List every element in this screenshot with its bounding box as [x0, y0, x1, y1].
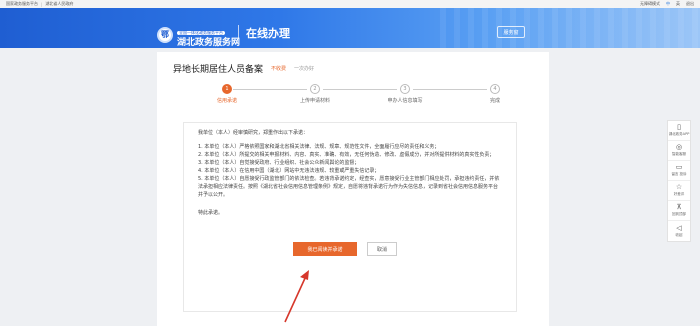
step-number: 2	[310, 84, 320, 94]
service-window-button[interactable]: 服务窗	[497, 26, 525, 38]
main-card: 异地长期居住人员备案 不收费 一次办好 1 信用承诺 2 上传申请材料 3 申办…	[157, 52, 549, 326]
logout-link[interactable]: 退出	[686, 1, 694, 7]
step-number: 1	[222, 84, 232, 94]
phone-icon: ▯	[677, 123, 681, 131]
header-decoration	[440, 8, 700, 48]
rightbar-label: 回到顶部	[672, 212, 686, 216]
page-heading: 异地长期居住人员备案 不收费 一次办好	[173, 62, 314, 75]
rightbar-app[interactable]: ▯ 湖北政务APP	[668, 121, 690, 141]
pledge-text-box: 我单位（本人）经审慎研究，郑重作出以下承诺： 1. 本单位（本人）严格依照国家和…	[183, 122, 517, 312]
collapse-icon: ◁	[676, 223, 682, 232]
right-float-toolbar: ▯ 湖北政务APP ◎ 智能客服 ▭ 留言 投诉 ☆ 好差评 ⊼ 回到顶部 ◁ …	[667, 120, 691, 242]
rightbar-back-to-top[interactable]: ⊼ 回到顶部	[668, 201, 690, 221]
rightbar-label: 智能客服	[672, 152, 686, 156]
section-title: 在线办理	[246, 27, 290, 40]
rightbar-label: 好差评	[673, 192, 685, 196]
once-badge: 一次办好	[294, 66, 315, 72]
link-national-platform[interactable]: 国家政务服务平台	[6, 1, 38, 7]
step-label: 完成	[489, 98, 500, 104]
fee-badge: 不收费	[271, 66, 287, 72]
star-icon: ☆	[675, 183, 683, 191]
progress-steps: 1 信用承诺 2 上传申请材料 3 申办人信息填写 4 完成	[197, 84, 500, 106]
pledge-intro: 我单位（本人）经审慎研究，郑重作出以下承诺：	[198, 130, 309, 136]
rightbar-rating[interactable]: ☆ 好差评	[668, 181, 690, 201]
lang-english-link[interactable]: 英	[676, 1, 680, 7]
step-applicant-info: 3 申办人信息填写	[375, 84, 435, 104]
rightbar-label: 湖北政务APP	[668, 132, 690, 136]
chat-icon: ▭	[675, 163, 683, 171]
annotation-arrow-icon	[284, 270, 309, 323]
action-buttons: 我已阅读并承诺 取消	[293, 242, 397, 256]
step-number: 3	[400, 84, 410, 94]
page-title: 异地长期居住人员备案	[173, 65, 264, 75]
rightbar-collapse[interactable]: ◁ 收起	[668, 221, 690, 241]
link-hubei-government[interactable]: 湖北省人民政府	[45, 1, 73, 7]
step-number: 4	[490, 84, 500, 94]
step-complete: 4 完成	[465, 84, 525, 104]
logo-subtitle: 全国一体化政务服务平台	[177, 30, 225, 35]
step-label: 信用承诺	[216, 98, 237, 104]
top-icon: ⊼	[676, 203, 682, 211]
top-right-links: 无障碍模式 中 英 退出	[640, 1, 694, 7]
site-logo[interactable]: 鄂 全国一体化政务服务平台 湖北政务服务网	[157, 21, 240, 48]
lang-chinese-link[interactable]: 中	[666, 1, 670, 7]
pledge-item: 4. 本单位（本人）在信用中国（湖北）网站中无违法违规、较重或严重失信记录；	[198, 168, 380, 174]
robot-icon: ◎	[675, 143, 683, 151]
pledge-closing: 特此承诺。	[198, 210, 224, 216]
step-credit-pledge: 1 信用承诺	[197, 84, 257, 104]
pledge-item: 5. 本单位（本人）自愿接受行政监管部门的依法检查。若违背承诺约定，经查实，愿意…	[198, 176, 500, 198]
divider: |	[41, 1, 43, 7]
accessibility-mode-link[interactable]: 无障碍模式	[640, 1, 660, 7]
rightbar-label: 收起	[675, 232, 683, 237]
rightbar-smart-service[interactable]: ◎ 智能客服	[668, 141, 690, 161]
rightbar-label: 留言 投诉	[671, 172, 687, 176]
pledge-item: 2. 本单位（本人）所提交的相关申报材料、内容、真实、准确、有效，无任何伪造、修…	[198, 152, 495, 158]
site-header: 鄂 全国一体化政务服务平台 湖北政务服务网 在线办理 服务窗	[0, 8, 700, 48]
emblem-icon: 鄂	[157, 26, 173, 43]
step-upload-materials: 2 上传申请材料	[285, 84, 345, 104]
pledge-item: 1. 本单位（本人）严格依照国家和湖北省相关法律、法规、规章、规范性文件，全面履…	[198, 144, 440, 150]
pledge-item: 3. 本单位（本人）自觉接受政府、行业组织、社会公众新闻舆论的监督；	[198, 160, 360, 166]
step-label: 上传申请材料	[299, 98, 330, 104]
cancel-button[interactable]: 取消	[367, 242, 397, 256]
logo-title: 湖北政务服务网	[177, 38, 241, 48]
step-label: 申办人信息填写	[387, 98, 423, 104]
rightbar-complaint[interactable]: ▭ 留言 投诉	[668, 161, 690, 181]
header-divider	[238, 25, 239, 39]
confirm-pledge-button[interactable]: 我已阅读并承诺	[293, 242, 357, 256]
top-utility-bar: 国家政务服务平台 | 湖北省人民政府 无障碍模式 中 英 退出	[0, 0, 700, 8]
